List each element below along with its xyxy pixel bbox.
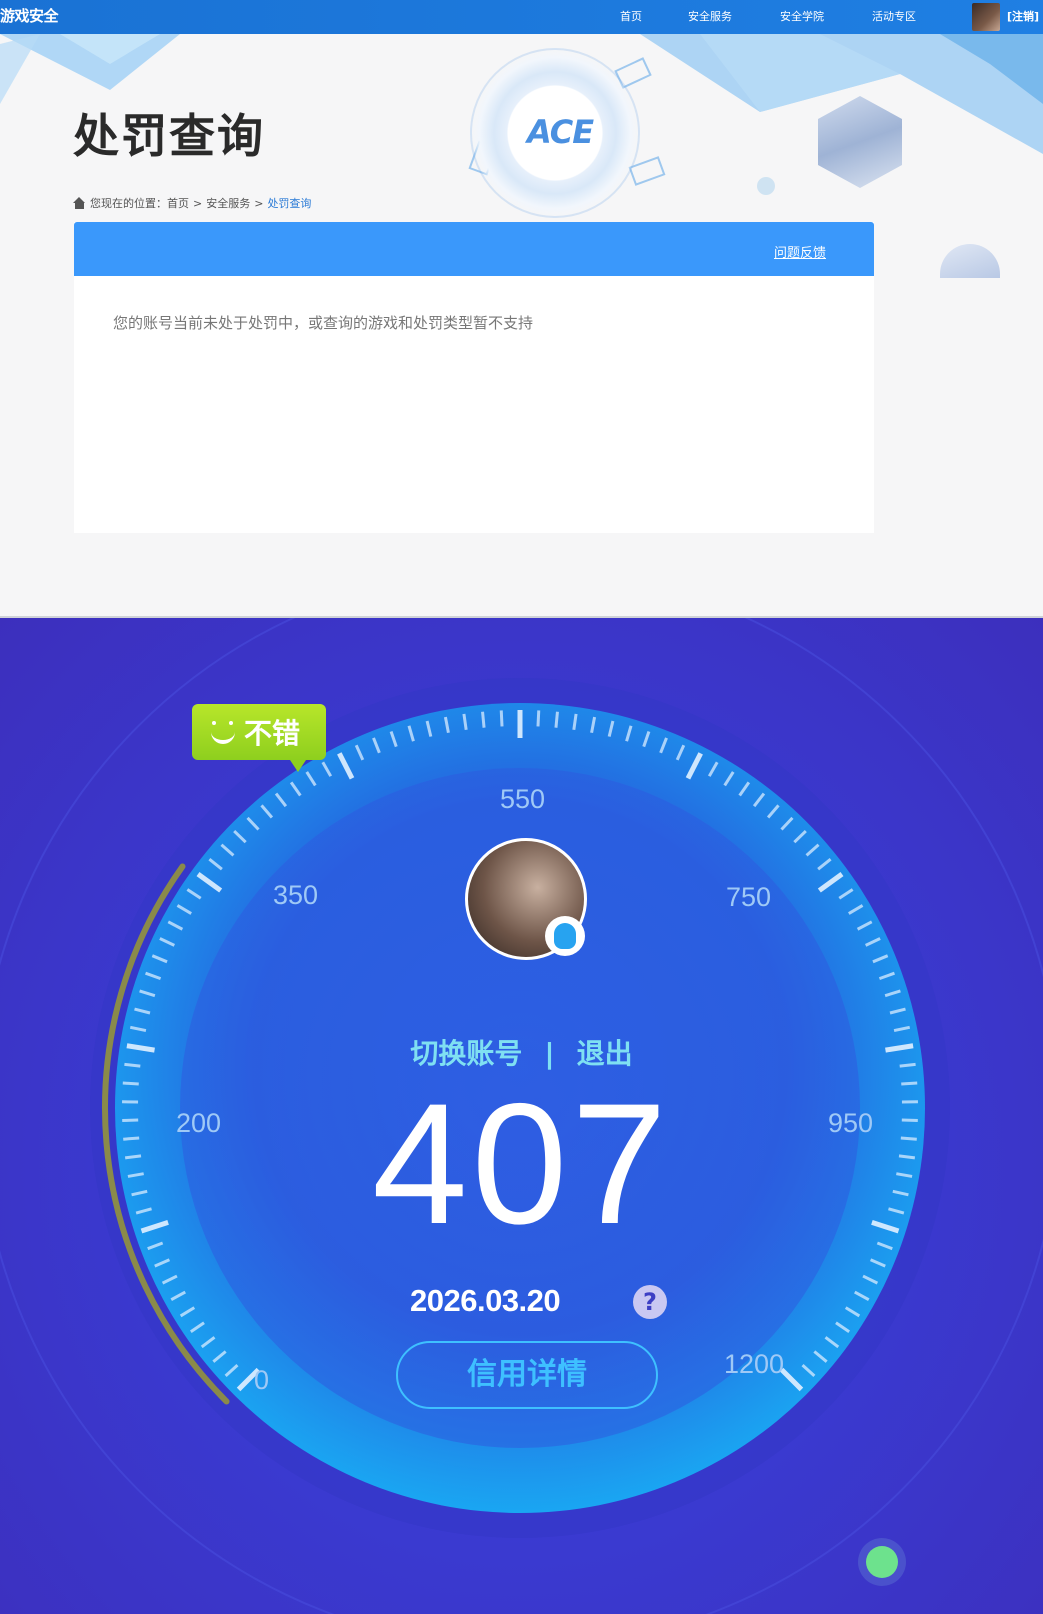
- question-circle-icon[interactable]: ?: [633, 1285, 667, 1319]
- gauge-label-350: 350: [273, 880, 319, 910]
- action-divider: |: [544, 1037, 555, 1070]
- credit-details-button[interactable]: 信用详情: [396, 1341, 658, 1409]
- switch-account-link[interactable]: 切换账号: [410, 1037, 522, 1070]
- gauge-label-550: 550: [500, 784, 546, 814]
- home-icon: [73, 197, 86, 209]
- nav-link-security-academy[interactable]: 安全学院: [780, 0, 872, 34]
- account-actions: 切换账号 | 退出: [0, 1032, 1043, 1072]
- side-character-illustration: [940, 244, 1000, 278]
- breadcrumb-prefix: 您现在的位置：: [90, 197, 167, 210]
- qq-penguin-icon: [545, 916, 585, 956]
- feedback-link[interactable]: 问题反馈: [774, 242, 826, 261]
- gauge-tick: [536, 710, 541, 727]
- gauge-label-750: 750: [726, 882, 772, 912]
- breadcrumb-separator: >: [254, 196, 264, 210]
- smile-icon: [208, 717, 238, 747]
- rating-bubble: 不错: [192, 704, 326, 772]
- credit-logout-link[interactable]: 退出: [577, 1037, 633, 1070]
- top-nav: 游戏安全 首页 安全服务 安全学院 活动专区 [注销]: [0, 0, 1043, 34]
- nav-link-events[interactable]: 活动专区: [872, 0, 952, 34]
- ace-logo: ACE: [527, 113, 594, 151]
- nav-link-home[interactable]: 首页: [620, 0, 688, 34]
- logout-link[interactable]: [注销]: [1007, 8, 1039, 24]
- user-avatar[interactable]: [972, 3, 1000, 31]
- nav-links: 首页 安全服务 安全学院 活动专区: [620, 0, 952, 34]
- gauge-tick: [554, 711, 559, 728]
- site-logo[interactable]: 游戏安全: [0, 5, 59, 26]
- breadcrumb-separator: >: [193, 196, 203, 210]
- breadcrumb-current: 处罚查询: [267, 197, 312, 210]
- status-dot[interactable]: [866, 1546, 898, 1578]
- gauge-tick: [481, 711, 486, 728]
- nav-link-security-services[interactable]: 安全服务: [688, 0, 780, 34]
- gauge-label-1200: 1200: [724, 1349, 785, 1379]
- score-date: 2026.03.20: [410, 1283, 561, 1318]
- penalty-status-message: 您的账号当前未处于处罚中，或查询的游戏和处罚类型暂不支持: [113, 314, 534, 332]
- breadcrumb-home[interactable]: 首页: [167, 195, 189, 211]
- panel-header: 问题反馈: [74, 222, 874, 276]
- breadcrumb-security-services[interactable]: 安全服务: [206, 195, 250, 211]
- page: 游戏安全 首页 安全服务 安全学院 活动专区 [注销] ACE 处罚查询 您现在…: [0, 0, 1043, 1614]
- rating-label: 不错: [244, 717, 301, 750]
- page-title: 处罚查询: [73, 109, 265, 163]
- breadcrumb: 您现在的位置： 首页 > 安全服务 > 处罚查询: [73, 195, 311, 211]
- penalty-panel: 问题反馈 您的账号当前未处于处罚中，或查询的游戏和处罚类型暂不支持: [74, 222, 874, 533]
- credit-score-section: 不错 0 200 350 550 750 950 1200 切换账号 | 退出 40…: [0, 618, 1043, 1614]
- gauge-tick: [499, 710, 504, 727]
- gauge-label-0: 0: [254, 1365, 270, 1395]
- credit-score-value: 407: [372, 1068, 671, 1260]
